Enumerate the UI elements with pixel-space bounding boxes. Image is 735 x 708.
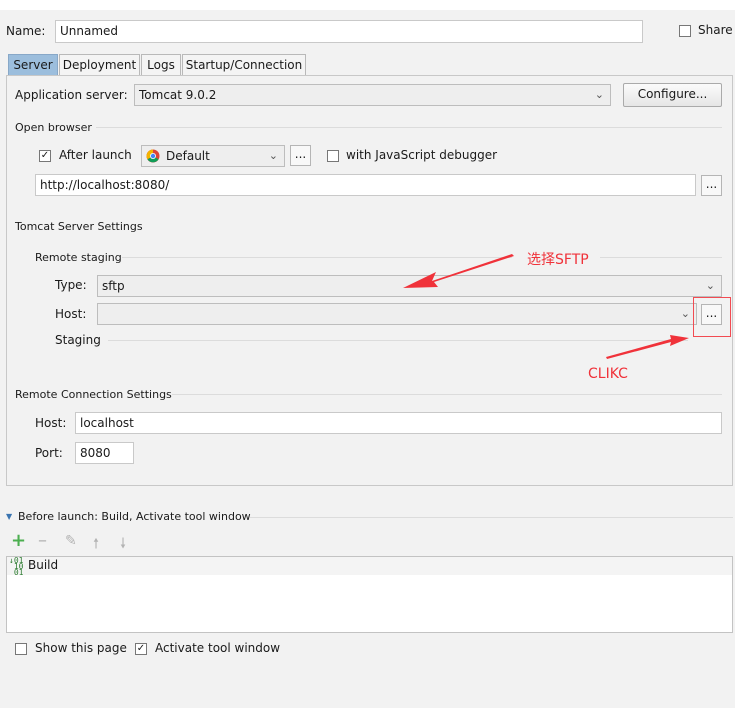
- remove-icon[interactable]: –: [38, 532, 47, 550]
- chevron-down-icon: ⌄: [705, 279, 715, 292]
- browser-browse-button[interactable]: ...: [290, 145, 311, 166]
- app-server-select[interactable]: Tomcat 9.0.2 ⌄: [134, 84, 611, 106]
- collapse-triangle-icon[interactable]: ▼: [6, 512, 12, 521]
- move-up-icon[interactable]: 🠕: [93, 533, 99, 557]
- name-label: Name:: [6, 24, 46, 38]
- section-divider: [172, 394, 722, 395]
- configure-button[interactable]: Configure...: [623, 83, 722, 107]
- chevron-down-icon: ⌄: [268, 149, 278, 162]
- chevron-down-icon: ⌄: [680, 307, 690, 320]
- app-server-value: Tomcat 9.0.2: [139, 88, 217, 102]
- open-browser-section-title: Open browser: [15, 121, 92, 134]
- staging-type-select[interactable]: sftp ⌄: [97, 275, 722, 297]
- activate-tool-window-label: Activate tool window: [155, 641, 281, 655]
- section-divider: [250, 517, 733, 518]
- remote-host-input[interactable]: localhost: [75, 412, 722, 434]
- activate-tool-window-checkbox[interactable]: ✓: [135, 643, 147, 655]
- chrome-icon: [146, 149, 160, 163]
- tab-server[interactable]: Server: [8, 54, 58, 75]
- browser-select[interactable]: Default ⌄: [141, 145, 285, 167]
- tab-logs[interactable]: Logs: [141, 54, 181, 75]
- edit-pencil-icon[interactable]: ✎: [65, 533, 77, 549]
- remote-host-label: Host:: [35, 416, 67, 430]
- staging-label: Staging: [55, 333, 101, 347]
- build-task-label: Build: [28, 558, 59, 572]
- remote-staging-section-title: Remote staging: [35, 251, 122, 264]
- annotation-highlight-box: [693, 297, 731, 337]
- app-server-label: Application server:: [15, 88, 128, 102]
- share-label: Share: [698, 23, 733, 37]
- js-debugger-checkbox[interactable]: [327, 150, 339, 162]
- tab-deployment[interactable]: Deployment: [59, 54, 140, 75]
- staging-type-value: sftp: [102, 279, 125, 293]
- top-band: [0, 0, 735, 10]
- staging-host-label: Host:: [55, 307, 87, 321]
- annotation-select-sftp: 选择SFTP: [527, 252, 589, 268]
- staging-host-select[interactable]: ⌄: [97, 303, 697, 325]
- section-divider: [122, 257, 512, 258]
- staging-type-label: Type:: [55, 278, 87, 292]
- show-this-page-label: Show this page: [35, 641, 127, 655]
- url-input[interactable]: http://localhost:8080/: [35, 174, 696, 196]
- annotation-click: CLIKC: [588, 366, 628, 382]
- show-this-page-checkbox[interactable]: [15, 643, 27, 655]
- remote-port-label: Port:: [35, 446, 63, 460]
- move-down-icon[interactable]: 🠗: [120, 533, 126, 557]
- remote-connection-section-title: Remote Connection Settings: [15, 388, 172, 401]
- tomcat-settings-section-title: Tomcat Server Settings: [15, 220, 143, 233]
- list-item[interactable]: [7, 557, 732, 575]
- tab-startup-connection[interactable]: Startup/Connection: [182, 54, 306, 75]
- after-launch-checkbox[interactable]: ✓: [39, 150, 51, 162]
- chevron-down-icon: ⌄: [594, 88, 604, 101]
- remote-port-input[interactable]: 8080: [75, 442, 134, 464]
- before-launch-title: Before launch: Build, Activate tool wind…: [18, 510, 251, 523]
- share-checkbox[interactable]: [679, 25, 691, 37]
- section-divider: [108, 340, 688, 341]
- name-input[interactable]: Unnamed: [55, 20, 643, 43]
- build-icon: ↓01 10 01: [9, 556, 24, 577]
- browser-value: Default: [166, 149, 210, 163]
- js-debugger-label: with JavaScript debugger: [346, 148, 498, 162]
- add-icon[interactable]: +: [11, 531, 26, 551]
- after-launch-label: After launch: [59, 148, 132, 162]
- section-divider: [96, 127, 722, 128]
- url-browse-button[interactable]: ...: [701, 175, 722, 196]
- section-divider: [600, 257, 722, 258]
